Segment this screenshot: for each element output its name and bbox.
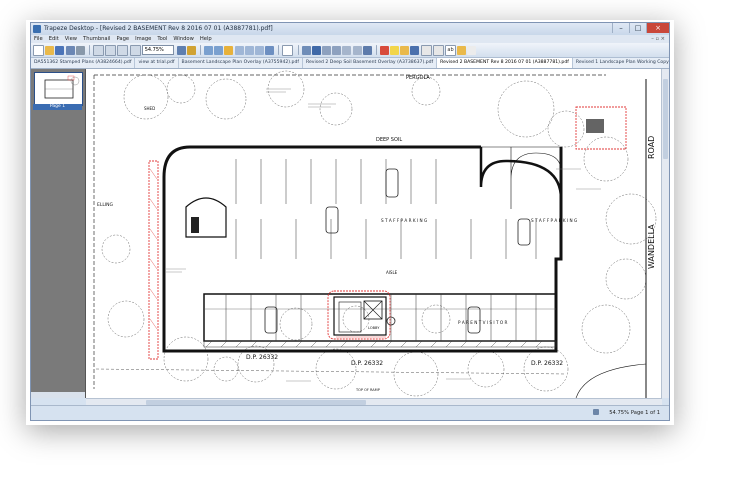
mdi-controls[interactable]: – ▫ × xyxy=(651,36,669,42)
last-page-icon[interactable] xyxy=(129,44,141,56)
pen-icon[interactable] xyxy=(321,45,331,55)
thumbnail-preview xyxy=(44,75,80,99)
stamp-red-icon[interactable] xyxy=(379,45,389,55)
toolbar-separator xyxy=(200,45,202,55)
tab-document-5[interactable]: Revised 2 BASEMENT Rev 8 2016 07 01 (A38… xyxy=(437,58,573,68)
menu-page[interactable]: Page xyxy=(114,36,133,42)
label-staff-parking-1: S T A F F P A R K I N G xyxy=(381,218,427,223)
label-shed: SHED xyxy=(144,106,155,111)
stamp-icon[interactable] xyxy=(362,45,372,55)
toolbar-separator xyxy=(88,45,90,55)
scan-icon[interactable] xyxy=(342,45,352,55)
new-icon[interactable] xyxy=(33,44,44,56)
close-button[interactable]: × xyxy=(646,23,669,33)
tab-document-3[interactable]: Basement Landscape Plan Overlay (A375594… xyxy=(179,58,303,68)
label-dp-2: D.P. 26332 xyxy=(351,360,383,367)
title-bar: Trapeze Desktop - [Revised 2 BASEMENT Re… xyxy=(31,23,669,35)
menu-bar: File Edit View Thumbnail Page Image Tool… xyxy=(31,35,669,43)
highlight-icon[interactable] xyxy=(400,45,410,55)
label-dwelling: ELLING xyxy=(97,202,114,208)
label-road: ROAD xyxy=(647,136,656,159)
zoom-in-icon[interactable] xyxy=(234,45,244,55)
toolbar-separator xyxy=(375,45,377,55)
tab-document-4[interactable]: Revised 2 Deep Soil Basement Overlay (A3… xyxy=(303,58,438,68)
label-top-of-ramp: TOP OF RAMP xyxy=(355,388,380,392)
pan-hand-icon[interactable] xyxy=(224,45,234,55)
zoom-area-icon[interactable] xyxy=(255,45,264,55)
menu-image[interactable]: Image xyxy=(132,36,154,42)
label-parent-visitor: P A R E N T V I S I T O R xyxy=(458,320,507,325)
save-icon[interactable] xyxy=(55,45,65,55)
arrow-icon[interactable] xyxy=(432,44,444,56)
next-page-icon[interactable] xyxy=(117,44,129,56)
zoom-select[interactable]: 54.75% xyxy=(141,45,174,55)
save-all-icon[interactable] xyxy=(65,45,75,55)
vertical-scrollbar[interactable] xyxy=(661,69,669,398)
menu-window[interactable]: Window xyxy=(170,36,196,42)
menu-tool[interactable]: Tool xyxy=(154,36,170,42)
status-page: Page 1 of 1 xyxy=(630,410,660,416)
floor-plan-drawing: PERGOLA DEEP SOIL S T A F F P A R K I N … xyxy=(93,70,657,398)
menu-file[interactable]: File xyxy=(31,36,46,42)
select-icon[interactable] xyxy=(282,44,294,56)
label-dp-1: D.P. 26332 xyxy=(246,354,278,361)
status-bar: 54.75% Page 1 of 1 xyxy=(31,405,669,420)
toolbar-separator xyxy=(297,45,299,55)
app-icon xyxy=(33,25,41,33)
thumbnail-page-label: Page 1 xyxy=(33,104,82,110)
status-zoom: 54.75% xyxy=(609,410,629,416)
rotate-right-icon[interactable] xyxy=(214,45,224,55)
menu-edit[interactable]: Edit xyxy=(46,36,62,42)
fit-page-icon[interactable] xyxy=(186,45,196,55)
dropdown-icon[interactable] xyxy=(467,45,477,55)
label-pergola: PERGOLA xyxy=(406,75,430,81)
previous-page-icon[interactable] xyxy=(105,44,117,56)
document-view[interactable]: PERGOLA DEEP SOIL S T A F F P A R K I N … xyxy=(86,69,663,398)
main-toolbar: 54.75% ab xyxy=(31,43,669,58)
open-folder-icon[interactable] xyxy=(45,45,55,55)
label-staff-parking-2: S T A F F P A R K I N G xyxy=(531,218,577,223)
zoom-out-icon[interactable] xyxy=(244,45,254,55)
line-icon[interactable] xyxy=(420,44,432,56)
tab-document-1[interactable]: DA551362 Stamped Plans (A3824664).pdf xyxy=(31,58,136,68)
app-window: Trapeze Desktop - [Revised 2 BASEMENT Re… xyxy=(30,22,670,421)
page-thumbnail[interactable] xyxy=(34,72,83,106)
thumbnail-panel: Page 1 xyxy=(31,69,86,398)
image-icon[interactable] xyxy=(311,45,321,55)
zoom-status-icon xyxy=(593,409,599,415)
note-icon[interactable] xyxy=(390,45,400,55)
label-deep-soil: DEEP SOIL xyxy=(376,137,402,143)
menu-help[interactable]: Help xyxy=(197,36,215,42)
print-icon[interactable] xyxy=(75,45,85,55)
label-lobby: LOBBY xyxy=(368,326,380,330)
label-wandella: WANDELLA xyxy=(647,224,656,269)
first-page-icon[interactable] xyxy=(92,44,104,56)
toolbar-separator xyxy=(278,45,280,55)
text-tool-icon[interactable]: ab xyxy=(445,44,456,56)
window-title: Trapeze Desktop - [Revised 2 BASEMENT Re… xyxy=(44,25,273,32)
fit-width-icon[interactable] xyxy=(176,45,186,55)
label-aisle: AISLE xyxy=(386,270,398,275)
document-tabs: DA551362 Stamped Plans (A3824664).pdf vi… xyxy=(31,58,669,69)
minimize-button[interactable]: – xyxy=(612,23,629,33)
tab-document-2[interactable]: view at trial.pdf xyxy=(135,58,179,68)
vertical-scroll-thumb[interactable] xyxy=(663,79,668,159)
tab-document-6[interactable]: Revised 1 Landscape Plan Working Copy (A… xyxy=(573,58,669,68)
menu-view[interactable]: View xyxy=(62,36,80,42)
link-icon[interactable] xyxy=(301,45,311,55)
marker-icon[interactable] xyxy=(410,45,420,55)
attach-icon[interactable] xyxy=(332,45,342,55)
thumbnail-scrollbar[interactable] xyxy=(31,392,85,398)
menu-thumbnail[interactable]: Thumbnail xyxy=(80,36,113,42)
hand-tool-icon[interactable] xyxy=(457,45,467,55)
label-dp-3: D.P. 26332 xyxy=(531,360,563,367)
rotate-left-icon[interactable] xyxy=(204,45,214,55)
maximize-button[interactable]: □ xyxy=(629,23,646,33)
fax-icon[interactable] xyxy=(352,45,362,55)
magnifier-icon[interactable] xyxy=(265,45,275,55)
window-controls: – □ × xyxy=(612,23,669,34)
